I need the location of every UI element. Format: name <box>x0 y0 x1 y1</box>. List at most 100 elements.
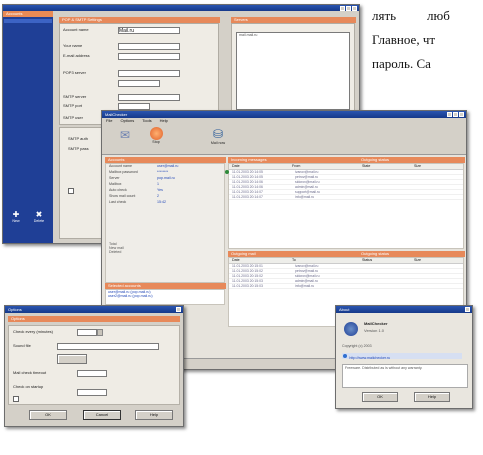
delete-account-icon: ✖ <box>35 210 43 219</box>
label-smtp-pass: SMTP pass <box>68 146 89 151</box>
row-address: ivanov@mail.ru <box>295 264 319 268</box>
article-line-2: Главное, чт <box>372 32 436 47</box>
row-date: 11.01.2003 20:14:06 <box>232 185 263 189</box>
options-titlebar: Options <box>5 306 183 313</box>
check-every-field[interactable] <box>77 329 97 336</box>
add-account-icon: ✚ <box>12 210 20 219</box>
check-every-spin[interactable] <box>97 329 103 336</box>
minimize-icon[interactable] <box>447 112 452 117</box>
check-startup-field[interactable] <box>77 389 107 396</box>
sound-file-field[interactable] <box>57 343 159 350</box>
stat-deleted: Deleted <box>109 250 122 254</box>
about-titlebar: About <box>336 306 472 313</box>
delete-account-button[interactable]: ✖ Delete <box>31 210 47 224</box>
pop3-server-field[interactable] <box>118 70 180 77</box>
accounts-list-item[interactable] <box>4 19 52 23</box>
web-icon <box>343 354 347 358</box>
label-smtp-user: SMTP user <box>63 115 83 120</box>
accounts-list-panel[interactable]: Accounts ✚ New ✖ Delete <box>3 11 53 243</box>
incoming-status-icon <box>225 170 229 174</box>
row-address: petrov@mail.ru <box>295 175 319 179</box>
your-name-field[interactable] <box>118 43 180 50</box>
about-copyright: Copyright (c) 2003 <box>342 344 372 348</box>
close-icon[interactable] <box>465 307 470 312</box>
account-detail-label: Last check <box>109 200 127 204</box>
article-line-3: пароль. Са <box>372 56 431 71</box>
label-check-every: Check every (minutes) <box>13 329 54 334</box>
stop-icon <box>149 127 163 140</box>
row-date: 11.01.2003 20:15:02 <box>232 274 263 278</box>
row-date: 11.01.2003 20:14:07 <box>232 190 263 194</box>
table-row[interactable]: 11.01.2003 20:15:03 info@mail.ru <box>229 284 463 289</box>
pop3-port-field[interactable] <box>118 80 160 87</box>
about-link[interactable]: http://www.mailchecker.ru <box>349 356 390 360</box>
smtp-port-field[interactable] <box>118 103 150 110</box>
leave-copies-checkbox[interactable] <box>68 188 74 194</box>
col-size[interactable]: Size <box>414 164 454 169</box>
servers-list[interactable]: mail.mail.ru <box>236 32 350 110</box>
maximize-icon[interactable] <box>346 6 351 11</box>
col-from[interactable]: From <box>292 164 362 169</box>
col-date[interactable]: Date <box>229 164 292 169</box>
about-link-row[interactable]: http://www.mailchecker.ru <box>342 353 462 360</box>
mail-now-label: Mail now <box>210 141 226 145</box>
col-status[interactable]: Status <box>362 258 414 263</box>
email-field[interactable] <box>118 53 180 60</box>
row-address: support@mail.ru <box>295 190 320 194</box>
notify-checkbox[interactable] <box>13 396 19 402</box>
stop-label: Stop <box>152 140 160 144</box>
about-dialog: About MailChecker Version 1.0 Copyright … <box>335 305 473 409</box>
browse-button[interactable] <box>57 354 87 364</box>
account-stats: Total New mail Deleted <box>109 242 124 254</box>
options-title: Options <box>8 307 22 312</box>
selected-accounts-list[interactable]: user@mail.ru (pop.mail.ru) user2@mail.ru… <box>105 289 225 305</box>
col-to[interactable]: To <box>292 258 362 263</box>
row-address: sidorov@mail.ru <box>295 274 320 278</box>
app-title: MailChecker <box>105 112 128 117</box>
new-account-label: New <box>12 219 20 223</box>
smtp-server-field[interactable] <box>118 94 180 101</box>
maximize-icon[interactable] <box>453 112 458 117</box>
about-notes: Freeware. Distributed as is without any … <box>342 364 468 388</box>
col-date[interactable]: Date <box>229 258 292 263</box>
new-account-button[interactable]: ✚ New <box>9 210 23 224</box>
row-address: sidorov@mail.ru <box>295 180 320 184</box>
check-mail-icon: ✉ <box>119 128 131 142</box>
col-state[interactable]: State <box>362 164 414 169</box>
row-date: 11.01.2003 20:14:05 <box>232 175 263 179</box>
row-date: 11.01.2003 20:14:07 <box>232 195 263 199</box>
about-help-button[interactable]: Help <box>414 392 450 402</box>
close-icon[interactable] <box>352 6 357 11</box>
about-app-name: MailChecker <box>364 321 388 326</box>
cancel-button[interactable]: Cancel <box>83 410 121 420</box>
label-check-startup: Check on startup <box>13 384 44 389</box>
minimize-icon[interactable] <box>340 6 345 11</box>
mail-timeout-field[interactable] <box>77 370 107 377</box>
account-name-field[interactable]: Mail.ru <box>118 27 180 34</box>
label-email: E-mail address <box>63 53 90 58</box>
row-address: admin@mail.ru <box>295 279 318 283</box>
stop-button[interactable]: Stop <box>148 127 164 144</box>
col-size[interactable]: Size <box>414 258 454 263</box>
close-icon[interactable] <box>176 307 181 312</box>
account-detail-value: 15:42 <box>157 200 166 204</box>
options-dialog: Options Options Check every (minutes) So… <box>4 305 184 427</box>
row-date: 11.01.2003 20:14:06 <box>232 180 263 184</box>
close-icon[interactable] <box>459 112 464 117</box>
row-address: admin@mail.ru <box>295 185 318 189</box>
about-license-text: Freeware. Distributed as is without any … <box>345 366 423 370</box>
servers-list-item[interactable]: mail.mail.ru <box>237 33 349 37</box>
account-settings-titlebar <box>3 5 359 11</box>
about-title: About <box>339 307 350 312</box>
table-row[interactable]: 11.01.2003 20:14:07 info@mail.ru <box>229 195 463 200</box>
article-word-1: лять <box>372 8 397 23</box>
help-button[interactable]: Help <box>135 410 173 420</box>
ok-button[interactable]: OK <box>29 410 67 420</box>
accounts-header: Accounts <box>3 11 53 17</box>
incoming-table[interactable]: Date From State Size 11.01.2003 20:14:05… <box>225 163 464 249</box>
mail-now-icon: ⛁ <box>212 127 224 141</box>
mail-now-button[interactable]: ⛁ Mail now <box>206 127 230 145</box>
selected-account-item[interactable]: user2@mail.ru (pop.mail.ru) <box>106 294 224 298</box>
check-mail-button[interactable]: ✉ <box>116 128 134 142</box>
about-ok-button[interactable]: OK <box>362 392 398 402</box>
